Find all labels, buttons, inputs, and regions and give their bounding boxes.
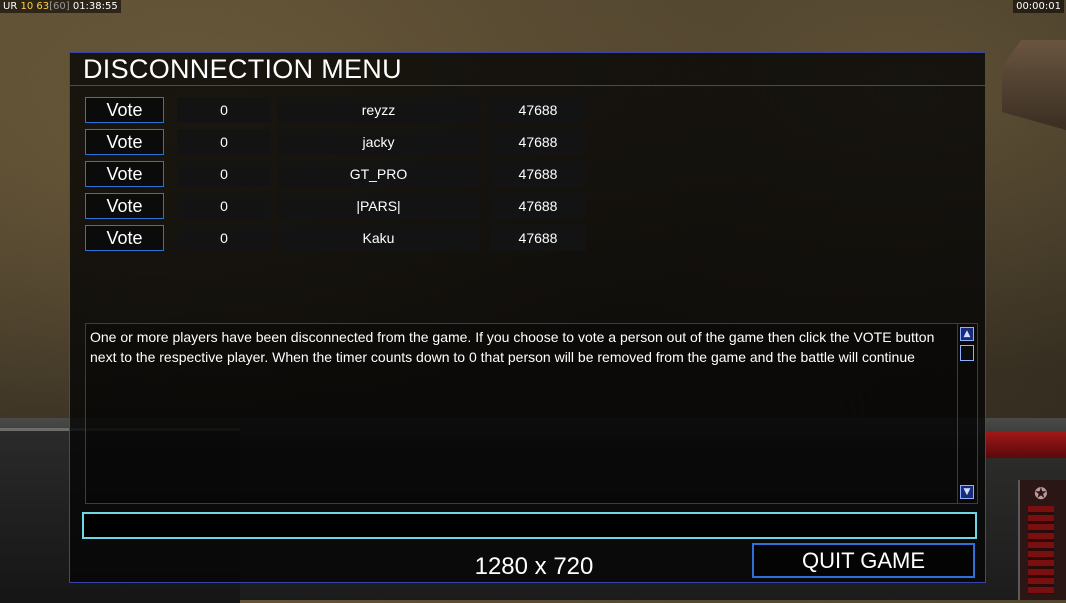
vote-count: 0 xyxy=(177,193,271,219)
status-value-b: 63 xyxy=(36,1,50,12)
vote-button[interactable]: Vote xyxy=(85,129,164,155)
vote-count: 0 xyxy=(177,225,271,251)
hud-red-strip xyxy=(985,432,1066,458)
vote-button[interactable]: Vote xyxy=(85,161,164,187)
status-prefix: UR xyxy=(3,1,21,12)
dialog-title: DISCONNECTION MENU xyxy=(83,54,402,84)
vote-count: 0 xyxy=(177,97,271,123)
game-building xyxy=(1002,40,1066,130)
message-text: One or more players have been disconnect… xyxy=(90,329,935,365)
scroll-up-arrow-icon[interactable]: ▲ xyxy=(960,327,974,341)
vote-count: 0 xyxy=(177,129,271,155)
message-box[interactable]: One or more players have been disconnect… xyxy=(85,323,978,504)
status-value-a: 10 xyxy=(20,1,34,12)
power-bar xyxy=(1028,506,1054,594)
player-name: reyzz xyxy=(277,97,480,123)
scroll-down-arrow-icon[interactable]: ▼ xyxy=(960,485,974,499)
star-icon: ✪ xyxy=(1034,484,1048,503)
player-name: GT_PRO xyxy=(277,161,480,187)
status-readout: UR 10 63[60] 01:38:55 xyxy=(0,0,121,13)
hud-power-panel: ✪ xyxy=(1018,480,1066,600)
player-name: jacky xyxy=(277,129,480,155)
message-scrollbar[interactable]: ▲ ▼ xyxy=(957,324,978,503)
vote-button[interactable]: Vote xyxy=(85,193,164,219)
player-name: |PARS| xyxy=(277,193,480,219)
scroll-thumb[interactable] xyxy=(960,345,974,361)
vote-button[interactable]: Vote xyxy=(85,97,164,123)
player-ping: 47688 xyxy=(490,225,586,251)
player-ping: 47688 xyxy=(490,97,586,123)
title-divider xyxy=(70,85,985,86)
resolution-label: 1280 x 720 xyxy=(474,553,594,580)
status-value-c: [60] xyxy=(49,1,70,12)
chat-input[interactable] xyxy=(82,512,977,539)
vote-button[interactable]: Vote xyxy=(85,225,164,251)
player-ping: 47688 xyxy=(490,193,586,219)
vote-count: 0 xyxy=(177,161,271,187)
game-clock: 01:38:55 xyxy=(72,1,118,12)
player-ping: 47688 xyxy=(490,129,586,155)
player-ping: 47688 xyxy=(490,161,586,187)
quit-game-button[interactable]: QUIT GAME xyxy=(752,543,975,578)
disconnection-dialog: DISCONNECTION MENU Vote 0 reyzz 47688 Vo… xyxy=(69,52,986,583)
player-name: Kaku xyxy=(277,225,480,251)
game-timer: 00:00:01 xyxy=(1013,0,1064,13)
